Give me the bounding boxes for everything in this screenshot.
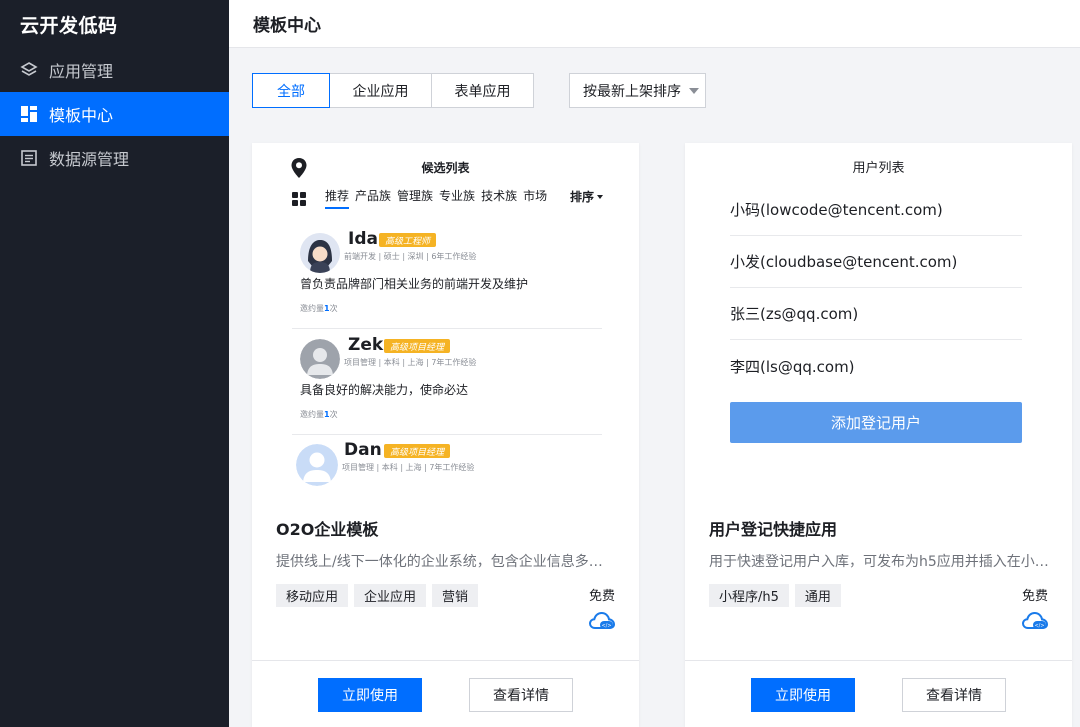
sort-select-label: 按最新上架排序: [583, 83, 681, 100]
list-item: 小码(lowcode@tencent.com): [730, 184, 1022, 236]
person-name: Dan: [344, 440, 382, 460]
tab-enterprise-apps[interactable]: 企业应用: [330, 73, 432, 108]
layers-icon: [20, 61, 38, 79]
tag: 营销: [432, 584, 479, 607]
avatar: [300, 233, 340, 273]
tag: 企业应用: [354, 584, 427, 607]
person-bio: 曾负责品牌部门相关业务的前端开发及维护: [300, 277, 529, 291]
template-name: O2O企业模板: [276, 520, 379, 539]
preview-sort-label: 排序: [570, 190, 595, 204]
preview-title: 候选列表: [421, 161, 470, 175]
person-invite: 邀约量1次: [300, 409, 338, 420]
price-label: 免费: [588, 589, 615, 604]
list-item: 李四(ls@qq.com): [730, 357, 855, 376]
sidebar-item-data-source[interactable]: 数据源管理: [0, 136, 229, 180]
sort-select[interactable]: 按最新上架排序: [569, 73, 706, 108]
preview-sort: 排序: [570, 188, 604, 205]
use-now-button[interactable]: 立即使用: [318, 678, 422, 712]
template-tags: 移动应用 企业应用 营销: [276, 584, 479, 607]
preview-tab: 技术族: [481, 189, 518, 203]
divider: [292, 328, 602, 329]
sidebar: 云开发低码 应用管理 模板中心 数据源管理: [0, 0, 229, 727]
template-preview: 用户列表 小码(lowcode@tencent.com) 小发(cloudbas…: [685, 143, 1072, 493]
template-card-user-registration: 用户列表 小码(lowcode@tencent.com) 小发(cloudbas…: [685, 143, 1072, 727]
invite-unit: 次: [329, 304, 338, 313]
page-title: 模板中心: [229, 0, 1080, 48]
list-item: 张三(zs@qq.com): [730, 288, 1022, 340]
sidebar-item-label: 数据源管理: [49, 150, 130, 169]
caret-down-icon: [689, 87, 699, 94]
avatar: [296, 444, 338, 486]
caret-down-icon: [597, 194, 604, 199]
status-badge: 高级项目经理: [384, 444, 451, 458]
template-tags: 小程序/h5 通用: [709, 584, 841, 607]
svg-text:</>: </>: [601, 623, 611, 629]
tag: 移动应用: [276, 584, 349, 607]
category-grid-icon: [292, 191, 306, 210]
template-card-o2o: 候选列表 推荐 产品族 管理族 专业族 技术族 市场 排序 Ida 高级工程师 …: [252, 143, 639, 727]
person-name: Ida: [348, 229, 378, 249]
preview-tabs: 推荐 产品族 管理族 专业族 技术族 市场: [325, 187, 547, 209]
svg-text:</>: </>: [1034, 623, 1044, 629]
tag: 通用: [794, 584, 841, 607]
preview-tab: 市场: [523, 189, 548, 203]
preview-tab: 产品族: [355, 189, 392, 203]
preview-tab: 管理族: [397, 189, 434, 203]
tab-all[interactable]: 全部: [252, 73, 330, 108]
invite-unit: 次: [329, 410, 338, 419]
sidebar-item-app-management[interactable]: 应用管理: [0, 48, 229, 92]
preview-title: 用户列表: [852, 161, 905, 176]
template-desc: 用于快速登记用户入库，可发布为h5应用并插入在小程序中使用: [709, 554, 1049, 570]
card-footer: 立即使用 查看详情: [252, 660, 639, 727]
add-user-button: 添加登记用户: [730, 402, 1022, 443]
template-grid-icon: [20, 105, 38, 123]
template-desc: 提供线上/线下一体化的企业系统，包含企业信息多级展示、员工管理等功能: [276, 554, 616, 570]
view-details-button[interactable]: 查看详情: [469, 678, 573, 712]
cloudbase-icon: </>: [1021, 611, 1049, 635]
divider: [292, 434, 602, 435]
preview-tab: 专业族: [439, 189, 476, 203]
sidebar-item-template-center[interactable]: 模板中心: [0, 92, 229, 136]
person-name: Zek: [348, 335, 384, 355]
invite-label: 邀约量: [300, 410, 324, 419]
person-meta: 项目管理 | 本科 | 上海 | 7年工作经验: [344, 358, 477, 367]
price-label: 免费: [1021, 589, 1048, 604]
tab-form-apps[interactable]: 表单应用: [432, 73, 534, 108]
status-badge: 高级工程师: [379, 233, 437, 247]
person-bio: 具备良好的解决能力，使命必达: [300, 383, 469, 397]
cloudbase-icon: </>: [588, 611, 616, 635]
preview-tab: 推荐: [325, 187, 350, 209]
list-item: 小发(cloudbase@tencent.com): [730, 236, 1022, 288]
sidebar-item-label: 应用管理: [49, 62, 114, 81]
use-now-button[interactable]: 立即使用: [751, 678, 855, 712]
avatar: [300, 339, 340, 379]
tag: 小程序/h5: [709, 584, 789, 607]
category-tabs: 全部 企业应用 表单应用: [252, 73, 534, 108]
person-meta: 项目管理 | 本科 | 上海 | 7年工作经验: [342, 463, 475, 472]
sidebar-item-label: 模板中心: [49, 106, 114, 125]
person-meta: 前端开发 | 硕士 | 深圳 | 6年工作经验: [344, 252, 477, 261]
data-source-icon: [20, 149, 38, 167]
invite-label: 邀约量: [300, 304, 324, 313]
template-name: 用户登记快捷应用: [709, 520, 838, 539]
view-details-button[interactable]: 查看详情: [902, 678, 1006, 712]
card-footer: 立即使用 查看详情: [685, 660, 1072, 727]
status-badge: 高级项目经理: [384, 339, 451, 353]
person-invite: 邀约量1次: [300, 303, 338, 314]
brand-title: 云开发低码: [20, 14, 118, 37]
template-preview: 候选列表 推荐 产品族 管理族 专业族 技术族 市场 排序 Ida 高级工程师 …: [252, 143, 639, 493]
